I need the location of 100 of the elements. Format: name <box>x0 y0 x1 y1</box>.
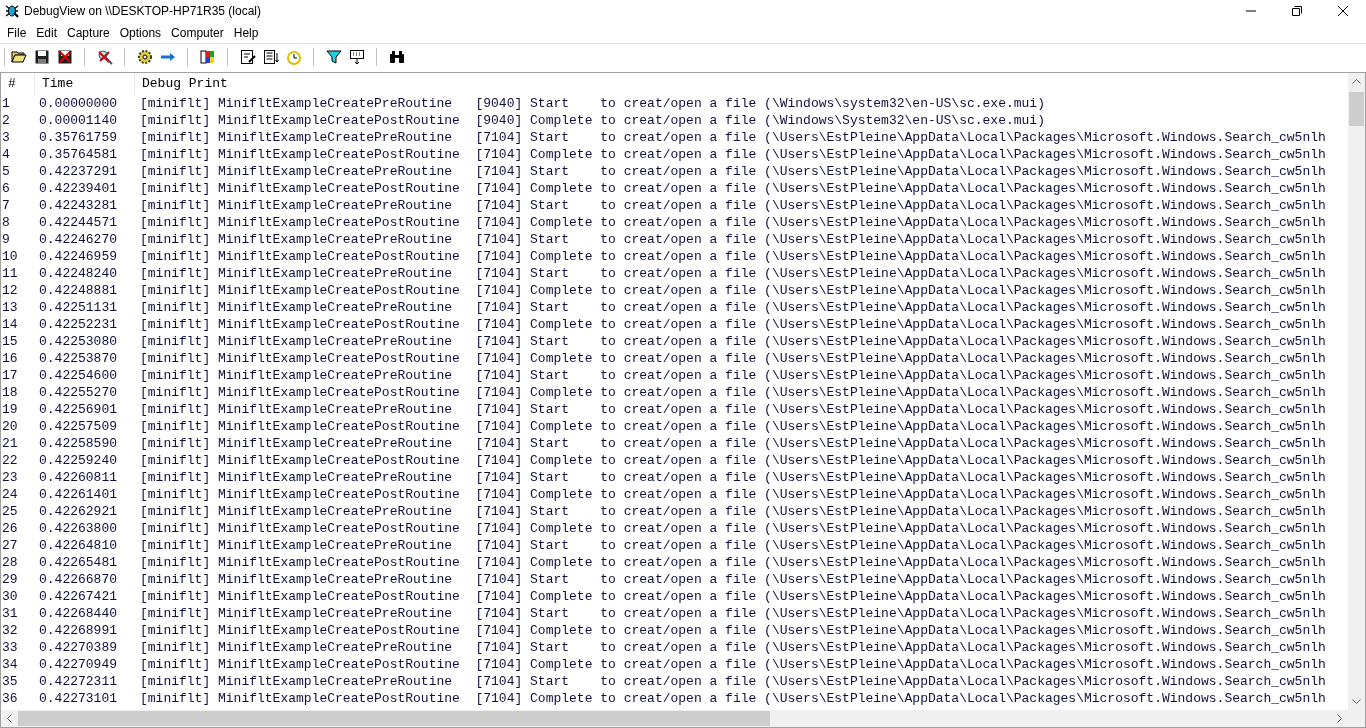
row-number: 6 <box>1 180 11 197</box>
row-number: 13 <box>1 299 19 316</box>
time-cell-text: 0.42244571 <box>39 214 118 231</box>
time-cell-text: 0.42270389 <box>39 639 118 656</box>
row-number: 3 <box>1 129 11 146</box>
menu-item[interactable]: Computer <box>166 23 229 42</box>
debug-print-cell: [miniflt] MinifltExampleCreatePostRoutine [7104] Complete to creat/open a file (\Users\EstPleine\AppData\Local\Packages\Microsoft.Windows.Search_cw5nlh <box>140 146 1326 163</box>
time-cell-text: 0.00000000 <box>39 95 118 112</box>
row-number: 7 <box>1 197 11 214</box>
restore-icon[interactable] <box>1292 6 1302 16</box>
debug-print-cell: [miniflt] MinifltExampleCreatePostRoutine [9040] Complete to creat/open a file (\Windows\System32\en-US\sc.exe.mui) <box>140 112 1045 129</box>
menu-item[interactable]: File <box>2 23 32 42</box>
row-number: 33 <box>1 639 19 656</box>
time-cell-text: 0.42268991 <box>39 622 118 639</box>
debug-print-cell: [miniflt] MinifltExampleCreatePreRoutine [9040] Start to creat/open a file (\Windows\system32\en-US\sc.exe.mui) <box>140 95 1045 112</box>
close-icon[interactable] <box>1338 6 1348 16</box>
time-cell-text: 0.42264810 <box>39 537 118 554</box>
time-cell-text: 0.42270949 <box>39 656 118 673</box>
scroll-right-icon[interactable] <box>1337 714 1342 723</box>
time-cell-text: 0.35761759 <box>39 129 118 146</box>
debug-print-cell: [miniflt] MinifltExampleCreatePostRoutine [7104] Complete to creat/open a file (\Users\EstPleine\AppData\Local\Packages\Microsoft.Windows.Search_cw5nlh <box>140 690 1326 707</box>
debug-print-cell: [miniflt] MinifltExampleCreatePostRoutine [7104] Complete to creat/open a file (\Users\EstPleine\AppData\Local\Packages\Microsoft.Windows.Search_cw5nlh <box>140 622 1326 639</box>
row-number: 34 <box>1 656 19 673</box>
time-cell-text: 0.35764581 <box>39 146 118 163</box>
debug-print-cell: [miniflt] MinifltExampleCreatePostRoutine [7104] Complete to creat/open a file (\Users\EstPleine\AppData\Local\Packages\Microsoft.Windows.Search_cw5nlh <box>140 350 1326 367</box>
row-number: 21 <box>1 435 19 452</box>
debug-print-cell: [miniflt] MinifltExampleCreatePreRoutine [7104] Start to creat/open a file (\Users\EstPleine\AppData\Local\Packages\Microsoft.Windows.Search_cw5nlh <box>140 231 1326 248</box>
row-number: 24 <box>1 486 19 503</box>
row-number: 31 <box>1 605 19 622</box>
scroll-left-icon[interactable] <box>7 714 12 723</box>
debug-print-cell: [miniflt] MinifltExampleCreatePreRoutine [7104] Start to creat/open a file (\Users\EstPleine\AppData\Local\Packages\Microsoft.Windows.Search_cw5nlh <box>140 639 1326 656</box>
debug-print-cell: [miniflt] MinifltExampleCreatePreRoutine [7104] Start to creat/open a file (\Users\EstPleine\AppData\Local\Packages\Microsoft.Windows.Search_cw5nlh <box>140 367 1326 384</box>
debug-print-cell: [miniflt] MinifltExampleCreatePostRoutine [7104] Complete to creat/open a file (\Users\EstPleine\AppData\Local\Packages\Microsoft.Windows.Search_cw5nlh <box>140 248 1326 265</box>
window-title: DebugView on \\DESKTOP-HP71R35 (local) <box>24 3 261 20</box>
scroll-up-icon[interactable] <box>1352 79 1361 84</box>
scroll-down-icon[interactable] <box>1352 699 1361 704</box>
time-cell-text: 0.42265481 <box>39 554 118 571</box>
time-cell-text: 0.42255270 <box>39 384 118 401</box>
time-cell-text: 0.42248240 <box>39 265 118 282</box>
row-number: 15 <box>1 333 19 350</box>
debug-print-cell: [miniflt] MinifltExampleCreatePreRoutine [7104] Start to creat/open a file (\Users\EstPleine\AppData\Local\Packages\Microsoft.Windows.Search_cw5nlh <box>140 571 1326 588</box>
column-header[interactable]: Time <box>35 73 135 95</box>
row-number: 17 <box>1 367 19 384</box>
row-number: 2 <box>1 112 11 129</box>
column-header[interactable]: Debug Print <box>135 73 1348 95</box>
time-cell-text: 0.42261401 <box>39 486 118 503</box>
time-cell-text: 0.42253080 <box>39 333 118 350</box>
debug-print-cell: [miniflt] MinifltExampleCreatePostRoutine [7104] Complete to creat/open a file (\Users\EstPleine\AppData\Local\Packages\Microsoft.Windows.Search_cw5nlh <box>140 282 1326 299</box>
row-number: 18 <box>1 384 19 401</box>
row-number: 27 <box>1 537 19 554</box>
row-number: 20 <box>1 418 19 435</box>
row-number: 10 <box>1 248 19 265</box>
debug-print-cell: [miniflt] MinifltExampleCreatePreRoutine [7104] Start to creat/open a file (\Users\EstPleine\AppData\Local\Packages\Microsoft.Windows.Search_cw5nlh <box>140 469 1326 486</box>
time-cell-text: 0.42262921 <box>39 503 118 520</box>
debug-print-cell: [miniflt] MinifltExampleCreatePostRoutine [7104] Complete to creat/open a file (\Users\EstPleine\AppData\Local\Packages\Microsoft.Windows.Search_cw5nlh <box>140 418 1326 435</box>
row-number: 9 <box>1 231 11 248</box>
time-cell-text: 0.42267421 <box>39 588 118 605</box>
debug-print-cell: [miniflt] MinifltExampleCreatePreRoutine [7104] Start to creat/open a file (\Users\EstPleine\AppData\Local\Packages\Microsoft.Windows.Search_cw5nlh <box>140 673 1326 690</box>
time-cell-text: 0.42243281 <box>39 197 118 214</box>
row-number: 32 <box>1 622 19 639</box>
row-number: 14 <box>1 316 19 333</box>
time-cell-text: 0.42256901 <box>39 401 118 418</box>
row-number: 30 <box>1 588 19 605</box>
menu-item[interactable]: Capture <box>62 23 115 42</box>
debug-print-cell: [miniflt] MinifltExampleCreatePostRoutine [7104] Complete to creat/open a file (\Users\EstPleine\AppData\Local\Packages\Microsoft.Windows.Search_cw5nlh <box>140 180 1326 197</box>
menu-item[interactable]: Help <box>228 23 264 42</box>
time-cell-text: 0.42263800 <box>39 520 118 537</box>
debug-print-cell: [miniflt] MinifltExampleCreatePostRoutine [7104] Complete to creat/open a file (\Users\EstPleine\AppData\Local\Packages\Microsoft.Windows.Search_cw5nlh <box>140 486 1326 503</box>
debug-print-cell: [miniflt] MinifltExampleCreatePreRoutine [7104] Start to creat/open a file (\Users\EstPleine\AppData\Local\Packages\Microsoft.Windows.Search_cw5nlh <box>140 197 1326 214</box>
debug-print-cell: [miniflt] MinifltExampleCreatePostRoutine [7104] Complete to creat/open a file (\Users\EstPleine\AppData\Local\Packages\Microsoft.Windows.Search_cw5nlh <box>140 214 1326 231</box>
time-cell-text: 0.42254600 <box>39 367 118 384</box>
row-number: 26 <box>1 520 19 537</box>
time-cell-text: 0.42272311 <box>39 673 118 690</box>
column-header[interactable]: # <box>1 73 35 95</box>
row-number: 29 <box>1 571 19 588</box>
debug-print-cell: [miniflt] MinifltExampleCreatePostRoutine [7104] Complete to creat/open a file (\Users\EstPleine\AppData\Local\Packages\Microsoft.Windows.Search_cw5nlh <box>140 554 1326 571</box>
menu-item[interactable]: Edit <box>31 23 63 42</box>
row-number: 22 <box>1 452 19 469</box>
time-cell-text: 0.00001140 <box>39 112 118 129</box>
row-number: 8 <box>1 214 11 231</box>
debug-print-cell: [miniflt] MinifltExampleCreatePostRoutine [7104] Complete to creat/open a file (\Users\EstPleine\AppData\Local\Packages\Microsoft.Windows.Search_cw5nlh <box>140 316 1326 333</box>
time-cell-text: 0.42246270 <box>39 231 118 248</box>
time-cell-text: 0.42268440 <box>39 605 118 622</box>
debug-print-cell: [miniflt] MinifltExampleCreatePreRoutine [7104] Start to creat/open a file (\Users\EstPleine\AppData\Local\Packages\Microsoft.Windows.Search_cw5nlh <box>140 537 1326 554</box>
debug-print-cell: [miniflt] MinifltExampleCreatePostRoutine [7104] Complete to creat/open a file (\Users\EstPleine\AppData\Local\Packages\Microsoft.Windows.Search_cw5nlh <box>140 588 1326 605</box>
row-number: 11 <box>1 265 19 282</box>
time-cell-text: 0.42260811 <box>39 469 118 486</box>
time-cell-text: 0.42246959 <box>39 248 118 265</box>
debug-print-cell: [miniflt] MinifltExampleCreatePreRoutine [7104] Start to creat/open a file (\Users\EstPleine\AppData\Local\Packages\Microsoft.Windows.Search_cw5nlh <box>140 503 1326 520</box>
time-cell-text: 0.42239401 <box>39 180 118 197</box>
menu-item[interactable]: Options <box>114 23 167 42</box>
time-cell-text: 0.42251131 <box>39 299 118 316</box>
row-number: 23 <box>1 469 19 486</box>
row-number: 16 <box>1 350 19 367</box>
row-number: 5 <box>1 163 11 180</box>
row-number: 4 <box>1 146 11 163</box>
debug-print-cell: [miniflt] MinifltExampleCreatePostRoutine [7104] Complete to creat/open a file (\Users\EstPleine\AppData\Local\Packages\Microsoft.Windows.Search_cw5nlh <box>140 656 1326 673</box>
debug-print-cell: [miniflt] MinifltExampleCreatePreRoutine [7104] Start to creat/open a file (\Users\EstPleine\AppData\Local\Packages\Microsoft.Windows.Search_cw5nlh <box>140 605 1326 622</box>
debug-print-cell: [miniflt] MinifltExampleCreatePreRoutine [7104] Start to creat/open a file (\Users\EstPleine\AppData\Local\Packages\Microsoft.Windows.Search_cw5nlh <box>140 129 1326 146</box>
debug-print-cell: [miniflt] MinifltExampleCreatePreRoutine [7104] Start to creat/open a file (\Users\EstPleine\AppData\Local\Packages\Microsoft.Windows.Search_cw5nlh <box>140 265 1326 282</box>
